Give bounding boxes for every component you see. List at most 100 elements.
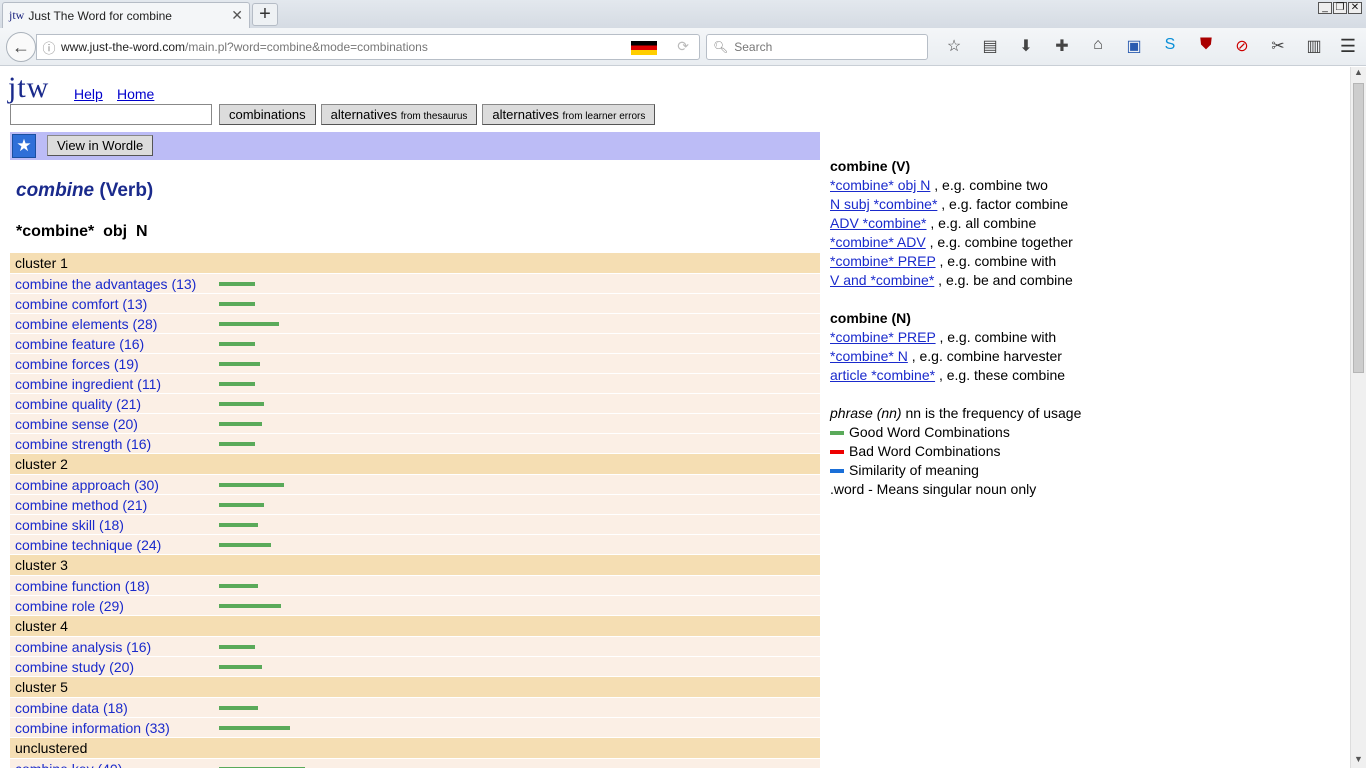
alt-thesaurus-sub: from thesaurus bbox=[400, 111, 468, 122]
combination-link[interactable]: combine study (20) bbox=[10, 659, 219, 675]
maximize-icon[interactable]: ❐ bbox=[1333, 2, 1347, 14]
pattern-example: , e.g. combine two bbox=[930, 177, 1048, 193]
legend-similar: Similarity of meaning bbox=[830, 461, 1081, 480]
scroll-down-icon[interactable]: ▼ bbox=[1351, 754, 1366, 768]
pattern-link[interactable]: *combine* PREP bbox=[830, 329, 936, 345]
reading-list-icon[interactable]: ▤ bbox=[972, 36, 1008, 56]
pattern-link[interactable]: N subj *combine* bbox=[830, 196, 937, 212]
minimize-icon[interactable]: _ bbox=[1318, 2, 1332, 14]
tab-title: Just The Word for combine bbox=[28, 8, 172, 23]
sidebar-icon[interactable]: ▥ bbox=[1296, 36, 1332, 56]
save-icon[interactable]: ▣ bbox=[1116, 36, 1152, 56]
combination-link[interactable]: combine strength (16) bbox=[10, 436, 219, 452]
jtw-logo[interactable]: jtw bbox=[8, 71, 49, 105]
combination-link[interactable]: combine key (40) bbox=[10, 761, 219, 768]
pattern-item: *combine* PREP , e.g. combine with bbox=[830, 252, 1081, 271]
search-placeholder: Search bbox=[734, 40, 773, 54]
pattern-item: article *combine* , e.g. these combine bbox=[830, 366, 1081, 385]
pattern-link[interactable]: V and *combine* bbox=[830, 272, 934, 288]
scroll-thumb[interactable] bbox=[1353, 83, 1364, 373]
url-path: /main.pl?word=combine&mode=combinations bbox=[185, 40, 428, 54]
cluster-header: cluster 5 bbox=[10, 677, 820, 698]
frequency-bar bbox=[219, 583, 258, 588]
wordle-bar: ★ View in Wordle bbox=[10, 132, 820, 160]
pattern-link[interactable]: *combine* obj N bbox=[830, 177, 930, 193]
combination-link[interactable]: combine elements (28) bbox=[10, 316, 219, 332]
cluster-header: cluster 2 bbox=[10, 454, 820, 475]
frequency-note: phrase (nn) nn is the frequency of usage bbox=[830, 404, 1081, 423]
ublock-icon[interactable]: ⛊ bbox=[1188, 36, 1224, 56]
help-link[interactable]: Help bbox=[74, 86, 103, 102]
legend-bad: Bad Word Combinations bbox=[830, 442, 1081, 461]
skype-icon[interactable]: S bbox=[1152, 36, 1188, 56]
similar-swatch bbox=[830, 469, 844, 474]
combinations-button[interactable]: combinations bbox=[219, 104, 316, 125]
tools-icon[interactable]: ✂ bbox=[1260, 36, 1296, 56]
pattern-item: *combine* PREP , e.g. combine with bbox=[830, 328, 1081, 347]
cluster-header: cluster 1 bbox=[10, 253, 820, 274]
favorite-star-icon[interactable]: ★ bbox=[12, 134, 36, 158]
pattern-example: , e.g. be and combine bbox=[934, 272, 1073, 288]
vertical-scrollbar[interactable]: ▲ ▼ bbox=[1350, 67, 1366, 768]
close-tab-icon[interactable]: ✕ bbox=[231, 7, 243, 24]
combination-link[interactable]: combine the advantages (13) bbox=[10, 276, 219, 292]
combination-link[interactable]: combine sense (20) bbox=[10, 416, 219, 432]
adblock-icon[interactable]: ⊘ bbox=[1224, 36, 1260, 56]
combination-link[interactable]: combine role (29) bbox=[10, 598, 219, 614]
alternatives-learner-button[interactable]: alternatives from learner errors bbox=[482, 104, 656, 125]
combination-link[interactable]: combine ingredient (11) bbox=[10, 376, 219, 392]
combination-link[interactable]: combine method (21) bbox=[10, 497, 219, 513]
browser-tab[interactable]: jtw Just The Word for combine ✕ bbox=[2, 2, 250, 28]
reload-icon[interactable]: ⟳ bbox=[677, 38, 689, 55]
address-bar[interactable]: ⓘ www.just-the-word.com/main.pl?word=com… bbox=[36, 34, 700, 60]
alternatives-thesaurus-button[interactable]: alternatives from thesaurus bbox=[320, 104, 478, 125]
pattern-link[interactable]: ADV *combine* bbox=[830, 215, 927, 231]
pattern-link[interactable]: article *combine* bbox=[830, 367, 935, 383]
phrase-rest: nn is the frequency of usage bbox=[901, 405, 1082, 421]
combination-link[interactable]: combine approach (30) bbox=[10, 477, 219, 493]
combination-link[interactable]: combine analysis (16) bbox=[10, 639, 219, 655]
legend-good: Good Word Combinations bbox=[830, 423, 1081, 442]
pattern-link[interactable]: *combine* N bbox=[830, 348, 908, 364]
search-icon: 🔍︎ bbox=[713, 40, 729, 54]
table-row: combine study (20) bbox=[10, 657, 820, 677]
combination-link[interactable]: combine technique (24) bbox=[10, 537, 219, 553]
close-window-icon[interactable]: ✕ bbox=[1348, 2, 1362, 14]
combination-link[interactable]: combine information (33) bbox=[10, 720, 219, 736]
tab-bar: jtw Just The Word for combine ✕ + _ ❐ ✕ bbox=[0, 0, 1366, 28]
info-icon[interactable]: ⓘ bbox=[37, 38, 61, 57]
combination-link[interactable]: combine function (18) bbox=[10, 578, 219, 594]
bookmark-star-icon[interactable]: ☆ bbox=[936, 36, 972, 56]
combination-link[interactable]: combine forces (19) bbox=[10, 356, 219, 372]
table-row: combine skill (18) bbox=[10, 515, 820, 535]
pattern-link[interactable]: *combine* PREP bbox=[830, 253, 936, 269]
combination-link[interactable]: combine comfort (13) bbox=[10, 296, 219, 312]
back-button[interactable]: ← bbox=[6, 32, 36, 62]
download-icon[interactable]: ⬇ bbox=[1008, 36, 1044, 56]
table-row: combine ingredient (11) bbox=[10, 374, 820, 394]
frequency-bar bbox=[219, 542, 271, 547]
scroll-up-icon[interactable]: ▲ bbox=[1351, 67, 1366, 81]
german-flag-icon[interactable] bbox=[631, 41, 657, 55]
combination-link[interactable]: combine data (18) bbox=[10, 700, 219, 716]
home-icon[interactable]: ⌂ bbox=[1080, 36, 1116, 56]
bad-label: Bad Word Combinations bbox=[849, 443, 1001, 459]
search-input[interactable]: 🔍︎ Search bbox=[706, 34, 928, 60]
hamburger-menu-icon[interactable]: ☰ bbox=[1340, 36, 1356, 57]
frequency-bar bbox=[219, 603, 281, 608]
combination-link[interactable]: combine quality (21) bbox=[10, 396, 219, 412]
combination-link[interactable]: combine skill (18) bbox=[10, 517, 219, 533]
pattern-example: , e.g. factor combine bbox=[937, 196, 1069, 212]
addons-icon[interactable]: ✚ bbox=[1044, 36, 1080, 56]
word-input[interactable] bbox=[10, 104, 212, 125]
alt-thesaurus-label: alternatives bbox=[330, 107, 398, 122]
new-tab-button[interactable]: + bbox=[252, 3, 278, 26]
combination-link[interactable]: combine feature (16) bbox=[10, 336, 219, 352]
home-link[interactable]: Home bbox=[117, 86, 154, 102]
frequency-bar bbox=[219, 421, 262, 426]
bad-swatch bbox=[830, 450, 844, 455]
table-row: combine the advantages (13) bbox=[10, 274, 820, 294]
view-in-wordle-button[interactable]: View in Wordle bbox=[47, 135, 154, 156]
frequency-bar bbox=[219, 644, 255, 649]
pattern-link[interactable]: *combine* ADV bbox=[830, 234, 926, 250]
